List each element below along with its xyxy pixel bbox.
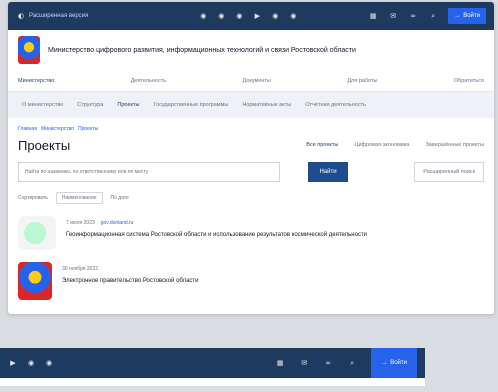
- advanced-search-button[interactable]: Расширенный поиск: [414, 162, 484, 182]
- sort-label: Сортировать: [18, 195, 48, 201]
- youtube-icon[interactable]: ▶: [252, 11, 262, 21]
- search-row: Найти Расширенный поиск: [8, 158, 494, 186]
- accessibility-icon: ◐: [17, 12, 25, 20]
- top-bar: ◐ Расширенная версия ◉ ◉ ◉ ▶ ◉ ◉ ▦ ✉ ∞ ⌕…: [8, 2, 494, 30]
- project-card[interactable]: 30 ноября 2022 Электронное правительство…: [8, 256, 494, 306]
- site-header: Министерство цифрового развития, информа…: [8, 30, 494, 70]
- breadcrumb: Главная Министерство Проекты: [8, 118, 494, 132]
- main-nav-item[interactable]: Министерство: [18, 78, 54, 84]
- youtube-icon[interactable]: ▶: [8, 358, 18, 368]
- special-version-toggle[interactable]: ◐ Расширенная версия: [16, 11, 88, 21]
- project-meta: 30 ноября 2022: [62, 266, 199, 272]
- sub-nav-item[interactable]: Отчётная деятельность: [305, 102, 366, 108]
- sitemap-icon[interactable]: ▦: [275, 358, 285, 368]
- main-nav-item[interactable]: Документы: [243, 78, 271, 84]
- login-button[interactable]: → Войти: [371, 348, 417, 378]
- project-tabs: Все проекты Цифровая экономика Завершённ…: [306, 142, 484, 148]
- special-version-label: Расширенная версия: [29, 13, 89, 19]
- page-heading-row: Проекты Все проекты Цифровая экономика З…: [8, 132, 494, 158]
- top-bar-actions: ▦ ✉ ∞ ⌕ → Войти: [368, 8, 486, 24]
- tab-digital-economy[interactable]: Цифровая экономика: [354, 142, 409, 148]
- search-input[interactable]: [18, 162, 280, 182]
- project-date: 30 ноября 2022: [62, 266, 99, 272]
- sub-nav-item[interactable]: Структура: [77, 102, 103, 108]
- odnoklassniki-icon[interactable]: ◉: [26, 358, 36, 368]
- tab-completed[interactable]: Завершённые проекты: [425, 142, 484, 148]
- project-date: 7 июля 2023: [66, 220, 95, 226]
- breadcrumb-item[interactable]: Главная: [18, 126, 37, 132]
- login-label: Войти: [390, 360, 407, 366]
- sub-nav-item-active[interactable]: Проекты: [117, 102, 139, 108]
- project-card[interactable]: 7 июля 2023 gov.donland.ru Геоинформацио…: [8, 210, 494, 256]
- org-name[interactable]: Министерство цифрового развития, информа…: [48, 47, 356, 54]
- find-button[interactable]: Найти: [308, 162, 348, 182]
- login-icon: →: [454, 13, 461, 19]
- telegram-icon[interactable]: ◉: [44, 358, 54, 368]
- breadcrumb-item[interactable]: Министерство: [41, 126, 74, 132]
- zoomed-actions: ▦ ✉ ∞ ⌕ → Войти: [275, 348, 417, 378]
- glasses-icon[interactable]: ∞: [408, 11, 418, 21]
- telegram-icon[interactable]: ◉: [288, 11, 298, 21]
- sort-by-name[interactable]: Наименование: [55, 192, 103, 204]
- breadcrumb-item[interactable]: Проекты: [78, 126, 98, 132]
- region-map-thumbnail: [18, 216, 56, 250]
- twitter-icon[interactable]: ◉: [234, 11, 244, 21]
- tab-all-projects[interactable]: Все проекты: [306, 142, 338, 148]
- glasses-icon[interactable]: ∞: [323, 358, 333, 368]
- project-title[interactable]: Электронное правительство Ростовской обл…: [62, 278, 199, 284]
- mail-icon[interactable]: ✉: [388, 11, 398, 21]
- project-body: 7 июля 2023 gov.donland.ru Геоинформацио…: [66, 216, 367, 238]
- login-button[interactable]: → Войти: [448, 8, 486, 24]
- mail-icon[interactable]: ✉: [299, 358, 309, 368]
- main-nav-item[interactable]: Деятельность: [131, 78, 166, 84]
- sub-nav-item[interactable]: Государственные программы: [153, 102, 228, 108]
- vk-icon[interactable]: ◉: [198, 11, 208, 21]
- sub-nav-item[interactable]: Нормативные акты: [242, 102, 291, 108]
- coat-of-arms-thumbnail: [18, 262, 52, 300]
- main-nav-item[interactable]: Обратиться: [454, 78, 484, 84]
- zoomed-social-links: ▶ ◉ ◉: [8, 358, 54, 368]
- page-title: Проекты: [18, 137, 71, 153]
- sitemap-icon[interactable]: ▦: [368, 11, 378, 21]
- odnoklassniki-icon[interactable]: ◉: [270, 11, 280, 21]
- project-org-link[interactable]: gov.donland.ru: [101, 220, 134, 226]
- login-label: Войти: [463, 13, 480, 19]
- sort-by-date[interactable]: По дате: [111, 195, 129, 201]
- sub-nav-item[interactable]: О министерстве: [22, 102, 63, 108]
- main-nav: Министерство Деятельность Документы Для …: [8, 70, 494, 92]
- sub-nav: О министерстве Структура Проекты Государ…: [8, 92, 494, 118]
- login-icon: →: [381, 360, 388, 366]
- project-title[interactable]: Геоинформационная система Ростовской обл…: [66, 232, 367, 238]
- social-links: ◉ ◉ ◉ ▶ ◉ ◉: [198, 11, 298, 21]
- coat-of-arms-logo[interactable]: [18, 36, 40, 64]
- zoomed-top-bar: ▶ ◉ ◉ ▦ ✉ ∞ ⌕ → Войти: [0, 348, 425, 378]
- search-icon[interactable]: ⌕: [347, 358, 357, 368]
- facebook-icon[interactable]: ◉: [216, 11, 226, 21]
- site-window: ◐ Расширенная версия ◉ ◉ ◉ ▶ ◉ ◉ ▦ ✉ ∞ ⌕…: [8, 2, 494, 314]
- search-icon[interactable]: ⌕: [428, 11, 438, 21]
- project-meta: 7 июля 2023 gov.donland.ru: [66, 220, 367, 226]
- project-body: 30 ноября 2022 Электронное правительство…: [62, 262, 199, 284]
- main-nav-item[interactable]: Для работы: [347, 78, 377, 84]
- sort-row: Сортировать Наименование По дате: [8, 186, 494, 210]
- zoomed-page-edge: [0, 378, 425, 386]
